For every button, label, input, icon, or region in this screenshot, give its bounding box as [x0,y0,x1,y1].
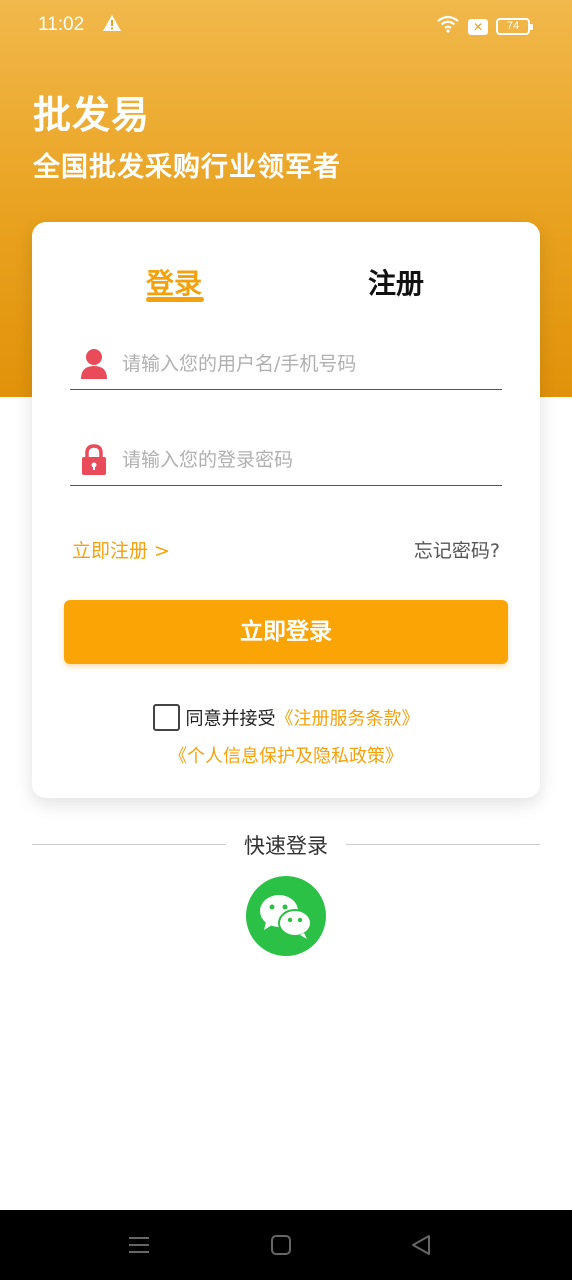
login-card: 登录 注册 立即注册 > 忘记密码? 立即登录 同意并接受《注册服务条款》 《个… [32,222,540,798]
status-bar: 11:02 ✕ 74 [0,0,572,52]
password-field [70,436,502,486]
active-tab-indicator [146,297,204,302]
forgot-password-link[interactable]: 忘记密码? [414,536,500,563]
system-nav-bar [0,1210,572,1280]
user-icon [80,348,108,380]
wechat-login-button[interactable] [246,876,326,956]
agreement-row: 同意并接受《注册服务条款》 [32,704,540,731]
sim-off-icon: ✕ [468,18,488,35]
tab-register[interactable]: 注册 [368,262,424,302]
battery-icon: 74 [496,18,533,35]
warning-icon [102,14,122,37]
home-icon[interactable] [270,1234,292,1260]
terms-link[interactable]: 《注册服务条款》 [276,709,420,730]
username-field [70,340,502,390]
quick-login-divider: 快速登录 [32,830,540,860]
divider-line-right [346,844,540,845]
username-input[interactable] [122,348,492,380]
privacy-policy-link[interactable]: 《个人信息保护及隐私政策》 [32,742,540,768]
agree-text: 同意并接受 [185,708,276,730]
lock-icon [80,444,108,476]
app-slogan: 全国批发采购行业领军者 [33,152,341,183]
login-button[interactable]: 立即登录 [64,600,508,664]
agree-checkbox[interactable] [152,704,180,731]
wechat-icon [260,895,312,939]
quick-login-label: 快速登录 [244,834,328,858]
register-now-link[interactable]: 立即注册 > [72,536,170,563]
back-icon[interactable] [410,1234,432,1260]
wifi-icon [436,15,460,38]
tab-login[interactable]: 登录 [146,262,202,302]
status-time: 11:02 [38,14,85,35]
app-title: 批发易 [33,93,151,137]
menu-icon[interactable] [128,1234,150,1260]
password-input[interactable] [122,444,492,476]
